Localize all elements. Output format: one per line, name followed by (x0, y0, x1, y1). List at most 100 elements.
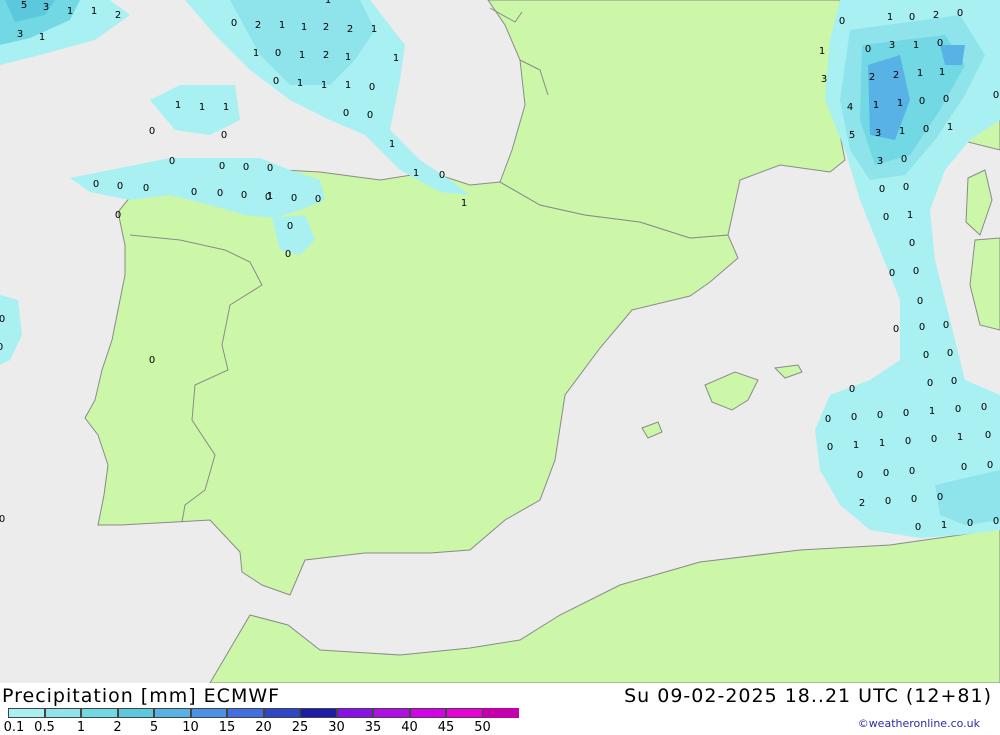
value-label: 2 (323, 22, 329, 33)
value-label: 0 (857, 470, 863, 481)
value-label: 1 (853, 440, 859, 451)
value-label: 4 (847, 102, 853, 113)
value-label: 1 (91, 6, 97, 17)
value-label: 2 (115, 10, 121, 21)
value-label: 0 (903, 182, 909, 193)
value-label: 0 (883, 468, 889, 479)
site-credit[interactable]: ©weatheronline.co.uk (858, 717, 980, 730)
legend-swatch (44, 708, 81, 718)
value-label: 0 (243, 162, 249, 173)
value-label: 0 (957, 8, 963, 19)
value-label: 0 (909, 12, 915, 23)
value-label: 0 (0, 514, 5, 525)
legend-swatch (81, 708, 118, 718)
value-label: 0 (951, 376, 957, 387)
value-label: 0 (285, 249, 291, 260)
value-label: 1 (393, 53, 399, 64)
value-label: 0 (987, 460, 993, 471)
value-label: 0 (901, 154, 907, 165)
value-label: 0 (273, 76, 279, 87)
value-label: 2 (869, 72, 875, 83)
value-label: 0 (937, 492, 943, 503)
legend-swatch (482, 708, 519, 718)
value-label: 0 (115, 210, 121, 221)
value-label: 0 (893, 324, 899, 335)
legend-swatch (263, 708, 300, 718)
legend-swatch (227, 708, 264, 718)
value-label: 0 (947, 348, 953, 359)
value-label: 0 (911, 494, 917, 505)
value-label: 1 (887, 12, 893, 23)
value-label: 1 (253, 48, 259, 59)
value-label: 1 (907, 210, 913, 221)
value-label: 0 (0, 342, 3, 353)
value-label: 3 (821, 74, 827, 85)
value-label: 1 (175, 100, 181, 111)
value-label: 0 (825, 414, 831, 425)
value-label: 1 (389, 139, 395, 150)
value-label: 0 (981, 402, 987, 413)
value-label: 0 (839, 16, 845, 27)
legend-swatch (409, 708, 446, 718)
legend-swatch (190, 708, 227, 718)
value-label: 1 (67, 6, 73, 17)
value-label: 5 (849, 130, 855, 141)
value-label: 0 (931, 434, 937, 445)
value-label: 0 (241, 190, 247, 201)
legend-swatch (300, 708, 337, 718)
value-label: 1 (301, 22, 307, 33)
map-title: Precipitation [mm] ECMWF (2, 685, 281, 707)
value-label: 0 (217, 188, 223, 199)
value-label: 0 (905, 436, 911, 447)
value-label: 0 (117, 181, 123, 192)
value-label: 0 (369, 82, 375, 93)
value-label: 0 (439, 170, 445, 181)
precipitation-map: 5 3 1 1 2 3 1 0 2 1 1 2 2 1 1 1 0 1 2 1 … (0, 0, 1000, 683)
value-label: 0 (961, 462, 967, 473)
value-label: 0 (923, 124, 929, 135)
value-label: 0 (943, 94, 949, 105)
value-label: 1 (929, 406, 935, 417)
value-label: 1 (899, 126, 905, 137)
legend-swatch (154, 708, 191, 718)
value-label: 2 (323, 50, 329, 61)
value-label: 0 (231, 18, 237, 29)
value-label: 0 (149, 126, 155, 137)
value-label: 3 (17, 29, 23, 40)
value-label: 2 (859, 498, 865, 509)
valid-time: Su 09-02-2025 18..21 UTC (12+81) (624, 685, 992, 707)
value-label: 1 (321, 80, 327, 91)
value-label: 3 (43, 2, 49, 13)
value-label: 0 (919, 322, 925, 333)
legend-swatch (373, 708, 410, 718)
value-label: 1 (297, 78, 303, 89)
value-label: 2 (255, 20, 261, 31)
value-label: 0 (955, 404, 961, 415)
value-label: 1 (897, 98, 903, 109)
value-label: 0 (937, 38, 943, 49)
value-label: 0 (865, 44, 871, 55)
value-label: 0 (927, 378, 933, 389)
value-label: 0 (915, 522, 921, 533)
value-label: 0 (849, 384, 855, 395)
value-label: 0 (909, 466, 915, 477)
value-label: 1 (345, 80, 351, 91)
value-label: 3 (889, 40, 895, 51)
legend-swatch (336, 708, 373, 718)
value-label: 1 (299, 50, 305, 61)
value-label: 2 (347, 24, 353, 35)
value-label: 0 (287, 221, 293, 232)
value-label: 0 (191, 187, 197, 198)
value-label: 0 (923, 350, 929, 361)
value-label: 0 (291, 193, 297, 204)
value-label: 2 (933, 10, 939, 21)
value-label: 0 (967, 518, 973, 529)
value-label: 2 (893, 70, 899, 81)
value-label: 1 (39, 32, 45, 43)
value-label: 1 (917, 68, 923, 79)
value-label: 0 (265, 192, 271, 203)
value-label: 1 (199, 102, 205, 113)
value-label: 1 (819, 46, 825, 57)
map-footer: Precipitation [mm] ECMWF Su 09-02-2025 1… (0, 683, 1000, 735)
value-label: 0 (903, 408, 909, 419)
